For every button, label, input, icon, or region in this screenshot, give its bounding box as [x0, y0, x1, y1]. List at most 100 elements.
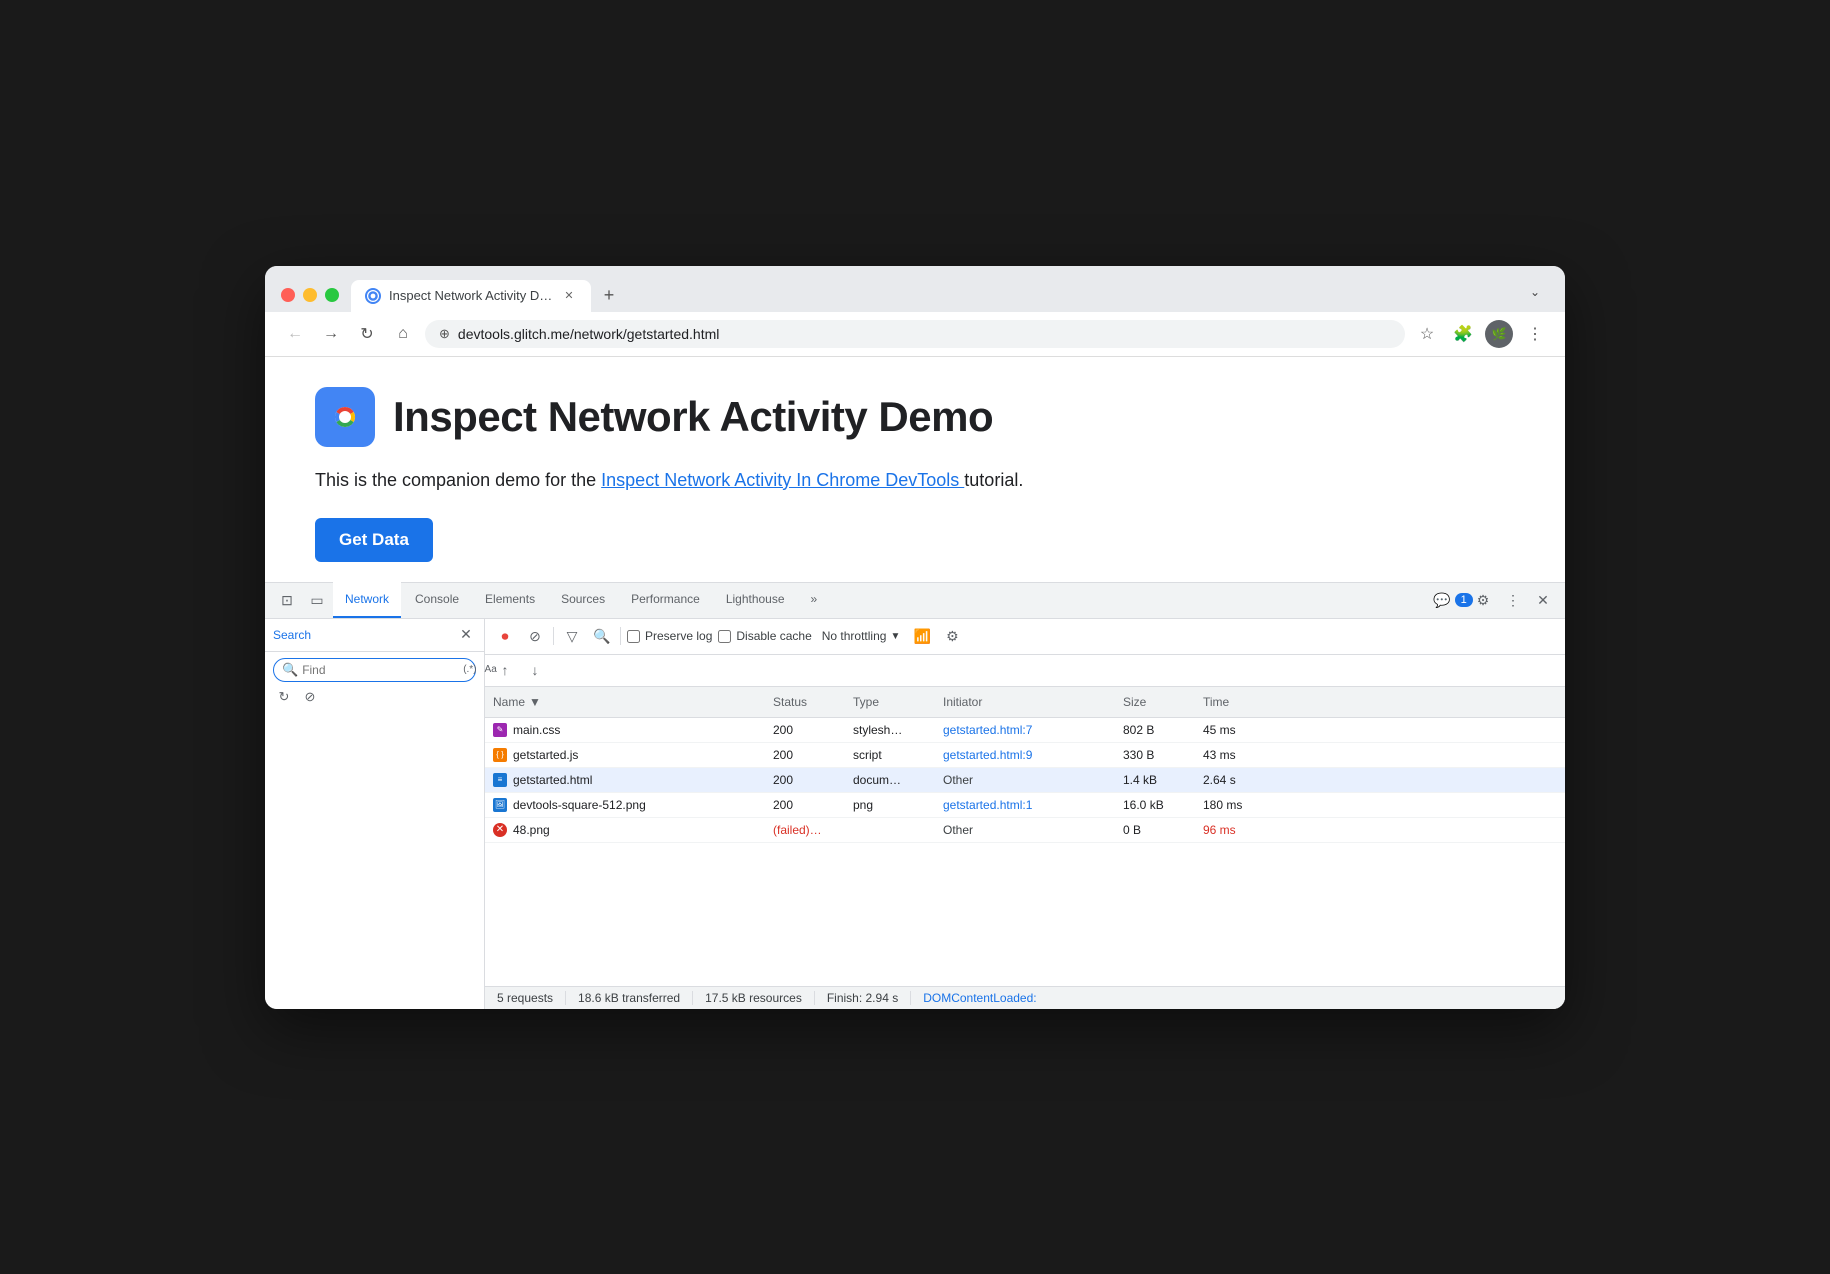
resources-size: 17.5 kB resources — [705, 991, 802, 1005]
col-status[interactable]: Status — [765, 691, 845, 713]
network-settings-button[interactable]: ⚙ — [940, 624, 964, 648]
table-row[interactable]: 🖼 devtools-square-512.png 200 png getsta… — [485, 793, 1565, 818]
extension-button[interactable]: 🧩 — [1449, 320, 1477, 348]
row-size-cell: 330 B — [1115, 745, 1195, 765]
get-data-button[interactable]: Get Data — [315, 518, 433, 562]
desc-after: tutorial. — [964, 470, 1023, 490]
tab-console[interactable]: Console — [403, 582, 471, 618]
record-button[interactable]: ⏺ — [493, 624, 517, 648]
row-status-cell: 200 — [765, 795, 845, 815]
search-close-button[interactable]: ✕ — [456, 625, 476, 645]
domcontent-loaded[interactable]: DOMContentLoaded: — [923, 991, 1036, 1005]
row-size-cell: 0 B — [1115, 820, 1195, 840]
search-input[interactable] — [302, 663, 457, 677]
export-har-button[interactable]: ↓ — [523, 658, 547, 682]
col-type[interactable]: Type — [845, 691, 935, 713]
disable-cache-input[interactable] — [718, 630, 731, 643]
search-network-button[interactable]: 🔍 — [590, 624, 614, 648]
search-cancel-button[interactable]: ⊘ — [299, 686, 321, 708]
filter-button[interactable]: ▽ — [560, 624, 584, 648]
status-divider-3 — [814, 991, 815, 1005]
inspect-element-icon[interactable]: ⊡ — [273, 586, 301, 614]
device-mode-icon[interactable]: ▭ — [303, 586, 331, 614]
table-row[interactable]: ✎ main.css 200 stylesh… getstarted.html:… — [485, 718, 1565, 743]
back-button[interactable]: ← — [281, 320, 309, 348]
devtools-more-button[interactable]: ⋮ — [1499, 586, 1527, 614]
tab-lighthouse[interactable]: Lighthouse — [714, 582, 797, 618]
url-text: devtools.glitch.me/network/getstarted.ht… — [458, 326, 1391, 342]
profile-avatar[interactable]: 🌿 — [1485, 320, 1513, 348]
network-conditions-button[interactable]: 📶 — [910, 624, 934, 648]
row-name-cell: ≡ getstarted.html — [485, 770, 765, 790]
sort-icon: ▼ — [529, 695, 541, 709]
tab-more[interactable]: » — [799, 582, 830, 618]
bookmark-button[interactable]: ☆ — [1413, 320, 1441, 348]
network-main: ⏺ ⊘ ▽ 🔍 Preserve log Disable cache — [485, 619, 1565, 1009]
tab-performance[interactable]: Performance — [619, 582, 712, 618]
home-button[interactable]: ⌂ — [389, 320, 417, 348]
tab-close-button[interactable]: ✕ — [561, 288, 577, 304]
row-initiator-cell: Other — [935, 770, 1115, 790]
reload-button[interactable]: ↻ — [353, 320, 381, 348]
search-header: Search ✕ — [265, 619, 484, 652]
row-initiator-cell: getstarted.html:9 — [935, 745, 1115, 765]
devtools-settings-button[interactable]: ⚙ — [1469, 586, 1497, 614]
maximize-button[interactable] — [325, 288, 339, 302]
row-initiator-cell: Other — [935, 820, 1115, 840]
preserve-log-checkbox[interactable]: Preserve log — [627, 629, 712, 643]
row-status-cell: 200 — [765, 720, 845, 740]
preserve-log-input[interactable] — [627, 630, 640, 643]
url-bar[interactable]: ⊕ devtools.glitch.me/network/getstarted.… — [425, 320, 1405, 348]
forward-button[interactable]: → — [317, 320, 345, 348]
row-name-cell: 🖼 devtools-square-512.png — [485, 795, 765, 815]
clear-button[interactable]: ⊘ — [523, 624, 547, 648]
devtools-link[interactable]: Inspect Network Activity In Chrome DevTo… — [601, 470, 964, 490]
new-tab-button[interactable]: + — [595, 282, 623, 310]
disable-cache-checkbox[interactable]: Disable cache — [718, 629, 811, 643]
throttle-arrow-icon: ▼ — [890, 631, 900, 642]
status-divider-4 — [910, 991, 911, 1005]
page-header: Inspect Network Activity Demo — [315, 387, 1515, 447]
minimize-button[interactable] — [303, 288, 317, 302]
table-row[interactable]: ≡ getstarted.html 200 docum… Other 1.4 k… — [485, 768, 1565, 793]
row-status-cell: (failed)… — [765, 820, 845, 840]
table-row[interactable]: ✕ 48.png (failed)… Other 0 B 96 ms — [485, 818, 1565, 843]
col-size[interactable]: Size — [1115, 691, 1195, 713]
col-initiator[interactable]: Initiator — [935, 691, 1115, 713]
tab-dropdown-button[interactable]: ⌄ — [1521, 278, 1549, 306]
row-type-cell: docum… — [845, 770, 935, 790]
png-file-icon: 🖼 — [493, 798, 507, 812]
title-bar: Inspect Network Activity Dem ✕ + ⌄ — [265, 266, 1565, 312]
col-time[interactable]: Time — [1195, 691, 1275, 713]
devtools-close-button[interactable]: ✕ — [1529, 586, 1557, 614]
tab-elements[interactable]: Elements — [473, 582, 547, 618]
tab-sources[interactable]: Sources — [549, 582, 617, 618]
url-security-icon: ⊕ — [439, 326, 450, 342]
search-sidebar: Search ✕ 🔍 (.*) Aa ↻ ⊘ — [265, 619, 485, 1009]
col-name[interactable]: Name ▼ — [485, 691, 765, 713]
row-name-cell: ✎ main.css — [485, 720, 765, 740]
row-time-cell: 45 ms — [1195, 720, 1275, 740]
traffic-lights — [281, 288, 339, 302]
html-file-icon: ≡ — [493, 773, 507, 787]
import-har-button[interactable]: ↑ — [493, 658, 517, 682]
page-title: Inspect Network Activity Demo — [393, 393, 993, 441]
throttle-select[interactable]: No throttling ▼ — [818, 627, 905, 645]
status-divider-2 — [692, 991, 693, 1005]
table-row[interactable]: { } getstarted.js 200 script getstarted.… — [485, 743, 1565, 768]
search-input-row: 🔍 (.*) Aa ↻ ⊘ — [265, 652, 484, 714]
row-size-cell: 802 B — [1115, 720, 1195, 740]
console-messages-icon[interactable]: 💬 1 — [1439, 586, 1467, 614]
chrome-menu-button[interactable]: ⋮ — [1521, 320, 1549, 348]
tab-network[interactable]: Network — [333, 582, 401, 618]
regex-button[interactable]: (.*) — [461, 664, 478, 675]
row-size-cell: 1.4 kB — [1115, 770, 1195, 790]
close-button[interactable] — [281, 288, 295, 302]
search-magnifier-icon: 🔍 — [282, 662, 298, 678]
row-initiator-cell: getstarted.html:7 — [935, 720, 1115, 740]
row-time-cell: 43 ms — [1195, 745, 1275, 765]
network-panel: Search ✕ 🔍 (.*) Aa ↻ ⊘ — [265, 619, 1565, 1009]
search-refresh-button[interactable]: ↻ — [273, 686, 295, 708]
active-tab[interactable]: Inspect Network Activity Dem ✕ — [351, 280, 591, 312]
network-status-bar: 5 requests 18.6 kB transferred 17.5 kB r… — [485, 986, 1565, 1009]
